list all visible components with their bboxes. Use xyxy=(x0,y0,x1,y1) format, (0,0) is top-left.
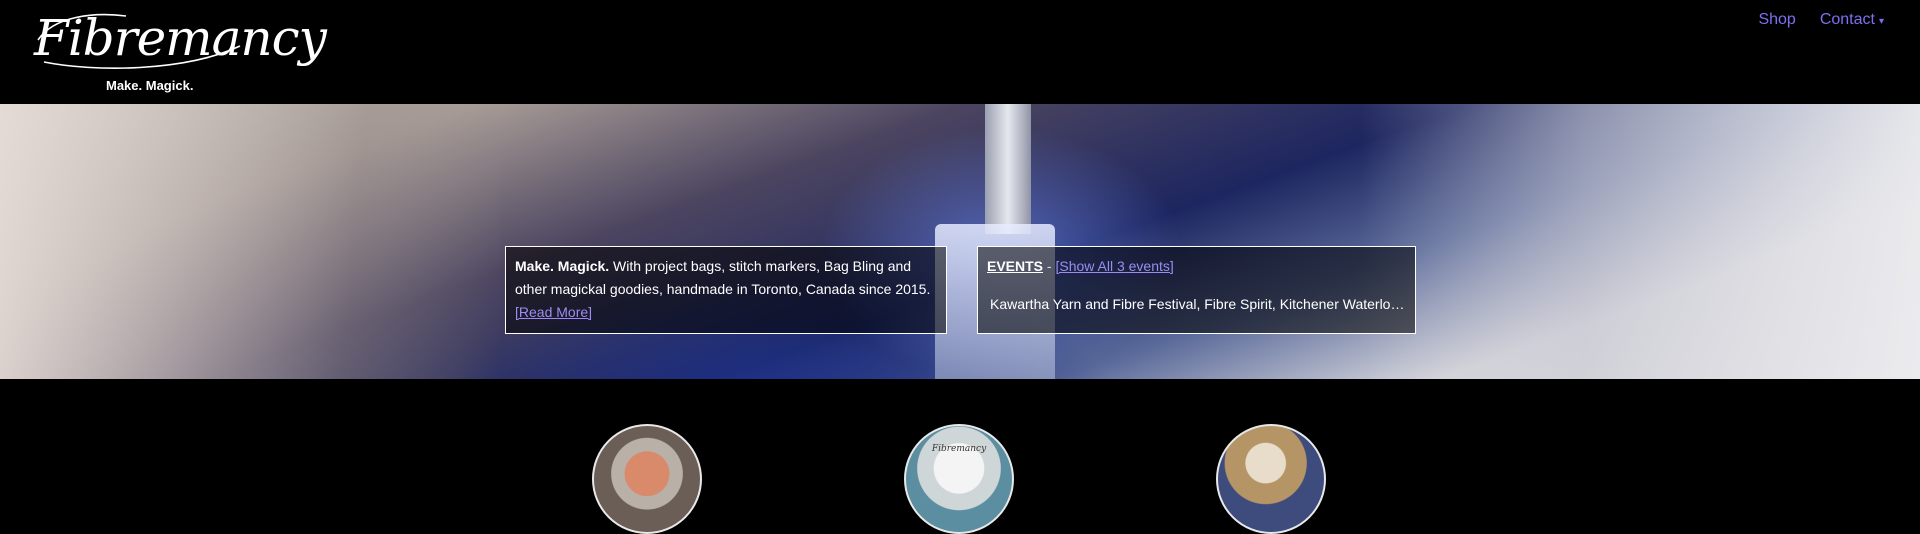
nav-shop-link[interactable]: Shop xyxy=(1758,10,1795,32)
read-more-link[interactable]: [Read More] xyxy=(515,304,592,320)
events-title[interactable]: EVENTS xyxy=(987,258,1043,274)
events-header: EVENTS - [Show All 3 events] xyxy=(987,255,1406,278)
brand-name: Fibremancy xyxy=(34,9,327,67)
events-list[interactable]: Kawartha Yarn and Fibre Festival, Fibre … xyxy=(987,293,1408,316)
brand-tagline: Make. Magick. xyxy=(106,78,194,93)
site-header: Fibremancy Make. Magick. Shop Contact ▾ xyxy=(0,0,1920,104)
product-circle-project-bags[interactable] xyxy=(592,424,702,534)
events-separator: - xyxy=(1043,258,1056,274)
stitch-markers-card-label: Fibremancy xyxy=(931,444,987,454)
product-categories: Fibremancy xyxy=(0,379,1920,534)
product-circle-bag-bling[interactable] xyxy=(1216,424,1326,534)
brand-logo[interactable]: Fibremancy Make. Magick. xyxy=(34,6,327,96)
main-nav: Shop Contact ▾ xyxy=(1758,10,1884,32)
nav-contact-label: Contact xyxy=(1819,11,1875,28)
events-panel: EVENTS - [Show All 3 events] Kawartha Ya… xyxy=(977,246,1416,334)
about-lead: Make. Magick. xyxy=(515,258,610,274)
show-all-events-link[interactable]: [Show All 3 events] xyxy=(1055,258,1173,274)
nav-contact-link[interactable]: Contact ▾ xyxy=(1820,10,1884,32)
hero-banner: Make. Magick. With project bags, stitch … xyxy=(0,104,1920,379)
hero-image-right xyxy=(1360,104,1920,379)
about-panel: Make. Magick. With project bags, stitch … xyxy=(505,246,947,334)
product-circle-stitch-markers[interactable]: Fibremancy xyxy=(904,424,1014,534)
sewing-machine-needle xyxy=(985,104,1031,234)
hero-image-left xyxy=(0,104,500,379)
chevron-down-icon: ▾ xyxy=(1878,16,1884,27)
